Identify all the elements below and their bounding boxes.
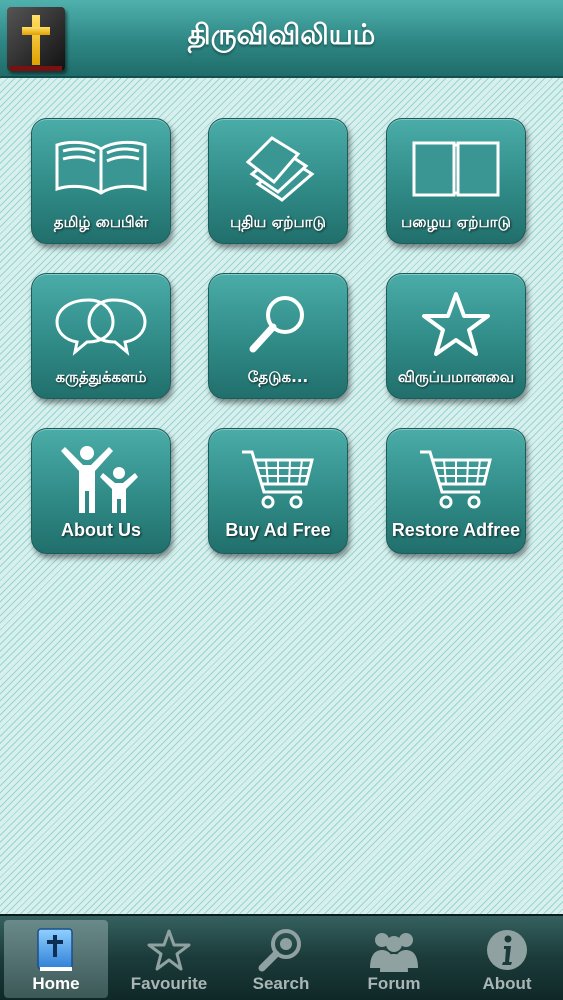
tile-label: விருப்பமானவை (397, 368, 515, 386)
book-icon (387, 133, 525, 205)
restore-adfree-button[interactable]: Restore Adfree (386, 428, 526, 554)
tile-label: Buy Ad Free (225, 520, 331, 540)
magnifier-icon (209, 288, 347, 360)
tab-label: Home (32, 974, 80, 993)
buy-ad-free-button[interactable]: Buy Ad Free (208, 428, 348, 554)
star-icon (387, 288, 525, 360)
tab-label: Forum (367, 974, 421, 993)
magnifier-icon (229, 926, 333, 974)
tile-label: தமிழ் பைபிள் (53, 213, 149, 231)
tile-label: தேடுக... (247, 368, 309, 386)
forum-button[interactable]: கருத்துக்களம் (31, 273, 171, 399)
star-icon (117, 926, 221, 974)
people-icon (32, 443, 170, 515)
chat-bubbles-icon (32, 288, 170, 360)
tile-label: புதிய ஏற்பாடு (230, 213, 326, 231)
cart-icon (209, 443, 347, 515)
tab-label: Search (252, 974, 310, 993)
tamil-bible-button[interactable]: தமிழ் பைபிள் (31, 118, 171, 244)
open-book-icon (32, 133, 170, 205)
new-testament-button[interactable]: புதிய ஏற்பாடு (208, 118, 348, 244)
about-us-button[interactable]: About Us (31, 428, 171, 554)
tab-search[interactable]: Search (229, 920, 333, 998)
pages-icon (209, 133, 347, 205)
tab-label: About (482, 974, 532, 993)
tab-label: Favourite (130, 974, 208, 993)
favourites-button[interactable]: விருப்பமானவை (386, 273, 526, 399)
tab-forum[interactable]: Forum (342, 920, 446, 998)
tile-label: About Us (61, 520, 141, 540)
tile-label: பழைய ஏற்பாடு (401, 213, 511, 231)
bible-icon (4, 926, 108, 974)
tab-home[interactable]: Home (4, 920, 108, 998)
app-screen: திருவிவிலியம் தமிழ் பைபிள் புதிய ஏற்பாடு… (0, 0, 563, 1000)
page-title: திருவிவிலியம் (187, 18, 376, 51)
old-testament-button[interactable]: பழைய ஏற்பாடு (386, 118, 526, 244)
title-bar: திருவிவிலியம் (0, 0, 563, 78)
tab-about[interactable]: About (455, 920, 559, 998)
tab-bar: Home Favourite Search Forum About (0, 914, 563, 1000)
menu-grid: தமிழ் பைபிள் புதிய ஏற்பாடு பழைய ஏற்பாடு … (0, 78, 563, 914)
tile-label: Restore Adfree (391, 520, 521, 540)
tab-favourite[interactable]: Favourite (117, 920, 221, 998)
info-icon (455, 926, 559, 974)
tile-label: கருத்துக்களம் (55, 368, 147, 386)
cart-icon (387, 443, 525, 515)
people-icon (342, 926, 446, 974)
search-button[interactable]: தேடுக... (208, 273, 348, 399)
